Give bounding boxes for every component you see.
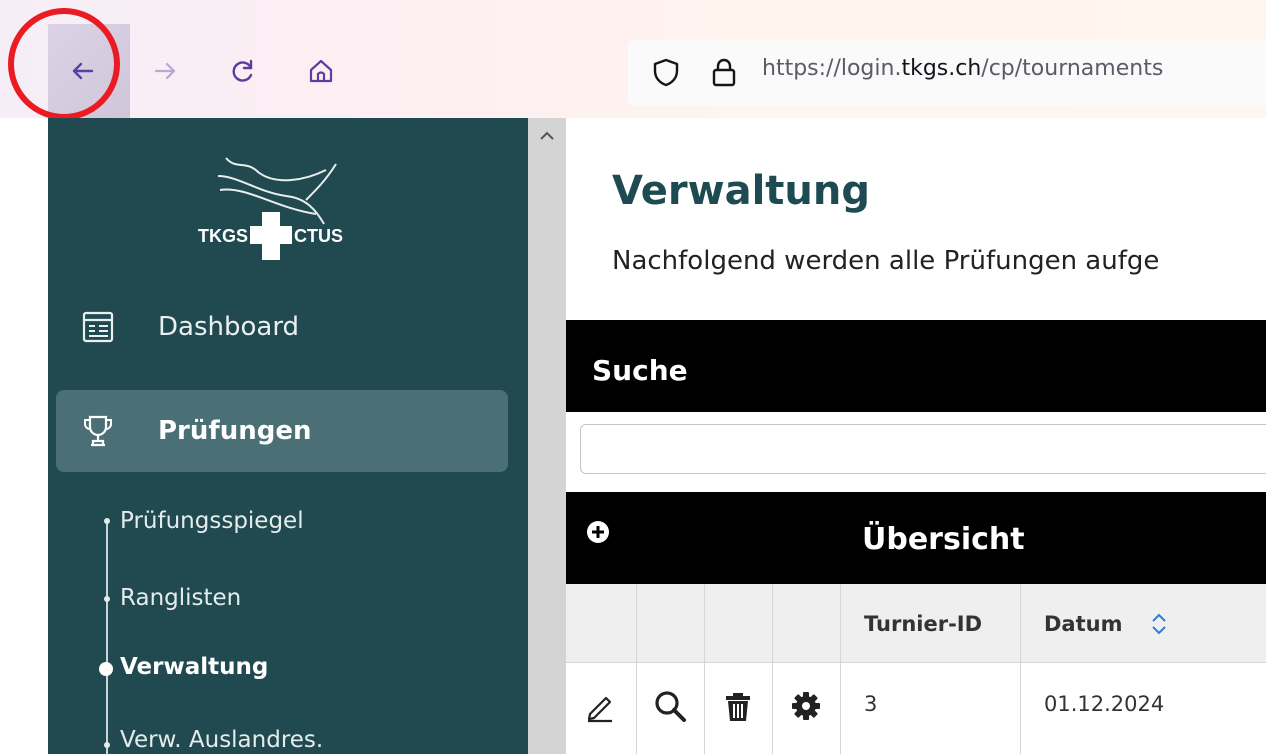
home-icon	[309, 59, 333, 83]
sidebar-item-label: Prüfungen	[158, 416, 312, 446]
lock-icon	[712, 58, 736, 87]
add-icon[interactable]	[586, 520, 610, 544]
settings-icon[interactable]	[788, 688, 824, 724]
delete-icon[interactable]	[720, 688, 756, 724]
forward-button[interactable]	[142, 48, 188, 94]
page-title: Verwaltung	[612, 168, 870, 214]
row-divider	[566, 662, 1266, 663]
submenu-line	[106, 520, 108, 754]
dashboard-icon	[82, 311, 114, 343]
column-divider	[636, 584, 637, 754]
sidebar-subitem-pruefungsspiegel[interactable]: Prüfungsspiegel	[120, 508, 304, 534]
column-divider	[772, 584, 773, 754]
reload-icon	[232, 59, 253, 82]
sidebar-item-label: Dashboard	[158, 312, 300, 342]
search-input[interactable]	[580, 424, 1266, 474]
view-icon[interactable]	[652, 688, 688, 724]
chevron-up-icon[interactable]	[532, 124, 562, 146]
submenu-dot	[104, 518, 110, 524]
shield-icon	[653, 58, 679, 87]
main-content: Verwaltung Nachfolgend werden alle Prüfu…	[566, 118, 1266, 754]
scrollbar[interactable]	[528, 118, 566, 754]
trophy-icon	[84, 415, 112, 447]
submenu-dot	[104, 596, 110, 602]
tkgs-ctus-logo: TKGS CTUS	[198, 157, 343, 260]
sidebar-subitem-ranglisten[interactable]: Ranglisten	[120, 585, 241, 611]
column-divider	[840, 584, 841, 754]
reload-button[interactable]	[220, 48, 266, 94]
submenu-dot	[104, 742, 110, 748]
sidebar-item-pruefungen[interactable]: Prüfungen	[56, 390, 508, 472]
search-title: Suche	[592, 354, 688, 387]
submenu-dot-active	[99, 662, 113, 676]
url-text[interactable]: https://login.tkgs.ch/cp/tournaments	[762, 56, 1163, 81]
cell-datum: 01.12.2024	[1044, 692, 1165, 716]
column-divider	[704, 584, 705, 754]
column-header-turnier-id[interactable]: Turnier-ID	[864, 612, 982, 636]
overview-title: Übersicht	[862, 522, 1025, 557]
column-divider	[1020, 584, 1021, 754]
edit-icon[interactable]	[582, 688, 618, 724]
home-button[interactable]	[298, 48, 344, 94]
page-subtitle: Nachfolgend werden alle Prüfungen aufge	[612, 246, 1160, 276]
cell-turnier-id: 3	[864, 692, 878, 716]
sort-icon[interactable]	[1148, 610, 1170, 638]
sidebar-subitem-verw-auslandres[interactable]: Verw. Auslandres.	[120, 727, 323, 753]
sidebar-item-dashboard[interactable]: Dashboard	[56, 286, 508, 368]
column-header-datum[interactable]: Datum	[1044, 612, 1122, 636]
logo-text-right: CTUS	[294, 226, 343, 246]
sidebar-subitem-verwaltung[interactable]: Verwaltung	[120, 654, 268, 680]
highlight-circle	[8, 8, 120, 120]
logo-text-left: TKGS	[198, 226, 248, 246]
url-bar[interactable]: https://login.tkgs.ch/cp/tournaments	[628, 40, 1266, 106]
browser-toolbar: https://login.tkgs.ch/cp/tournaments	[0, 0, 1266, 120]
forward-arrow-icon	[154, 62, 176, 80]
